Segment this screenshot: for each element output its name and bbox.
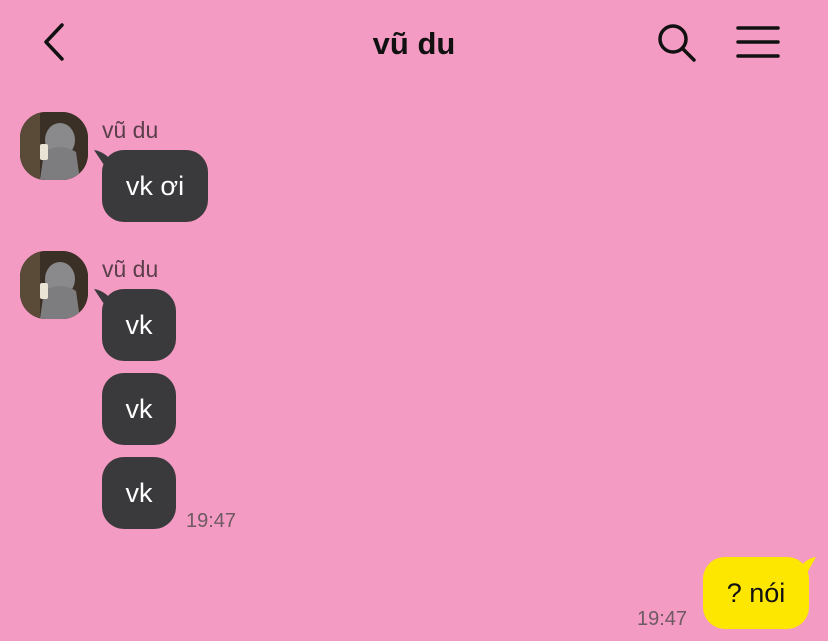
message-text: vk: [125, 393, 153, 424]
chat-header: vũ du: [0, 0, 828, 88]
message-bubble-outgoing[interactable]: ? nói: [703, 557, 809, 629]
hamburger-menu-icon: [736, 26, 780, 58]
search-button[interactable]: [652, 18, 700, 66]
chat-title: vũ du: [372, 26, 456, 61]
search-icon: [658, 24, 696, 62]
message-timestamp: 19:47: [186, 510, 237, 532]
message-bubble[interactable]: vk: [102, 457, 176, 529]
message-bubble[interactable]: vk: [102, 373, 176, 445]
avatar[interactable]: [20, 251, 88, 319]
sender-name: vũ du: [102, 256, 159, 282]
avatar[interactable]: [20, 112, 88, 180]
avatar-photo: [20, 251, 88, 319]
menu-button[interactable]: [734, 18, 782, 66]
message-text: vk: [125, 477, 153, 508]
message-text: vk: [125, 309, 153, 340]
message-bubble[interactable]: vk: [102, 289, 176, 361]
message-text: vk ơi: [125, 170, 185, 201]
avatar-photo: [20, 112, 88, 180]
sender-name: vũ du: [102, 117, 159, 143]
message-text: ? nói: [726, 577, 786, 608]
message-bubble[interactable]: vk ơi: [102, 150, 208, 222]
message-timestamp: 19:47: [637, 608, 688, 630]
